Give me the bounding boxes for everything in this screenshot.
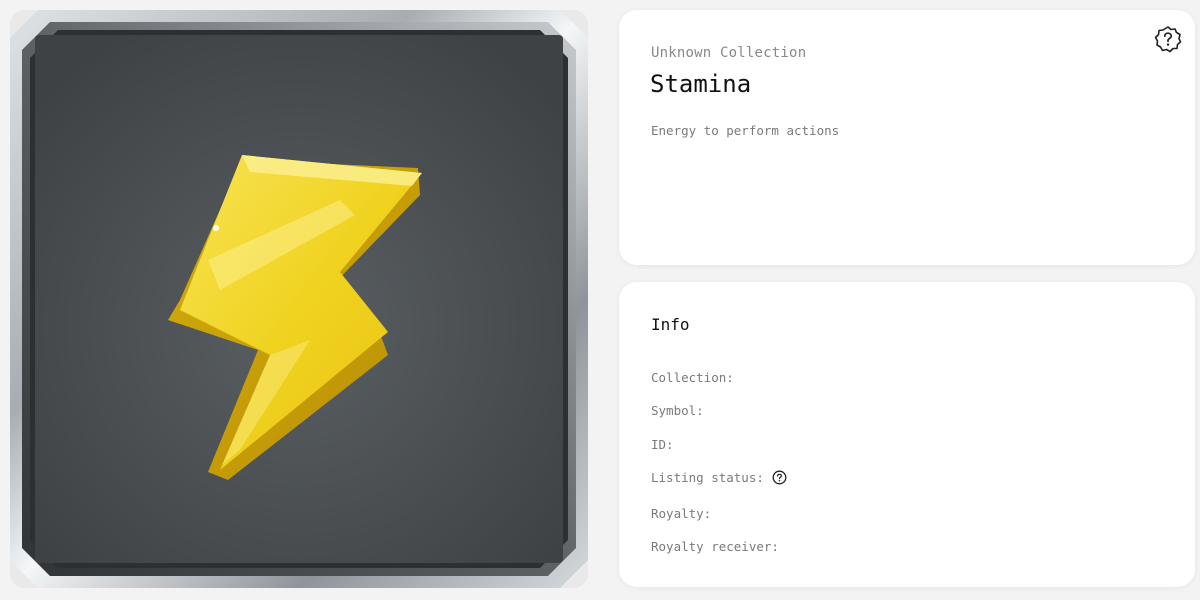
- lightning-bolt-icon: [10, 10, 588, 588]
- info-heading: Info: [651, 315, 690, 334]
- help-badge-icon[interactable]: [1154, 25, 1182, 53]
- info-card: Info Collection: Symbol: ID: Listing sta…: [619, 282, 1195, 587]
- info-row-symbol: Symbol:: [651, 403, 704, 418]
- item-summary-card: Unknown Collection Stamina Energy to per…: [619, 10, 1195, 265]
- info-row-royalty: Royalty:: [651, 506, 711, 521]
- info-label: Royalty:: [651, 506, 712, 521]
- info-row-collection: Collection:: [651, 370, 734, 385]
- item-title: Stamina: [650, 70, 752, 98]
- info-label: Collection:: [651, 370, 734, 385]
- info-label: Royalty receiver:: [651, 539, 779, 554]
- info-label: Listing status:: [651, 470, 764, 485]
- info-row-id: ID:: [651, 437, 674, 452]
- collection-name: Unknown Collection: [651, 45, 807, 61]
- item-detail-page: Unknown Collection Stamina Energy to per…: [0, 0, 1200, 600]
- question-circle-icon[interactable]: [772, 470, 787, 485]
- item-description: Energy to perform actions: [651, 123, 840, 138]
- info-row-royalty-receiver: Royalty receiver:: [651, 539, 779, 554]
- info-label: ID:: [651, 437, 674, 452]
- info-label: Symbol:: [651, 403, 704, 418]
- info-row-listing-status: Listing status:: [651, 470, 787, 485]
- item-image: [10, 10, 588, 588]
